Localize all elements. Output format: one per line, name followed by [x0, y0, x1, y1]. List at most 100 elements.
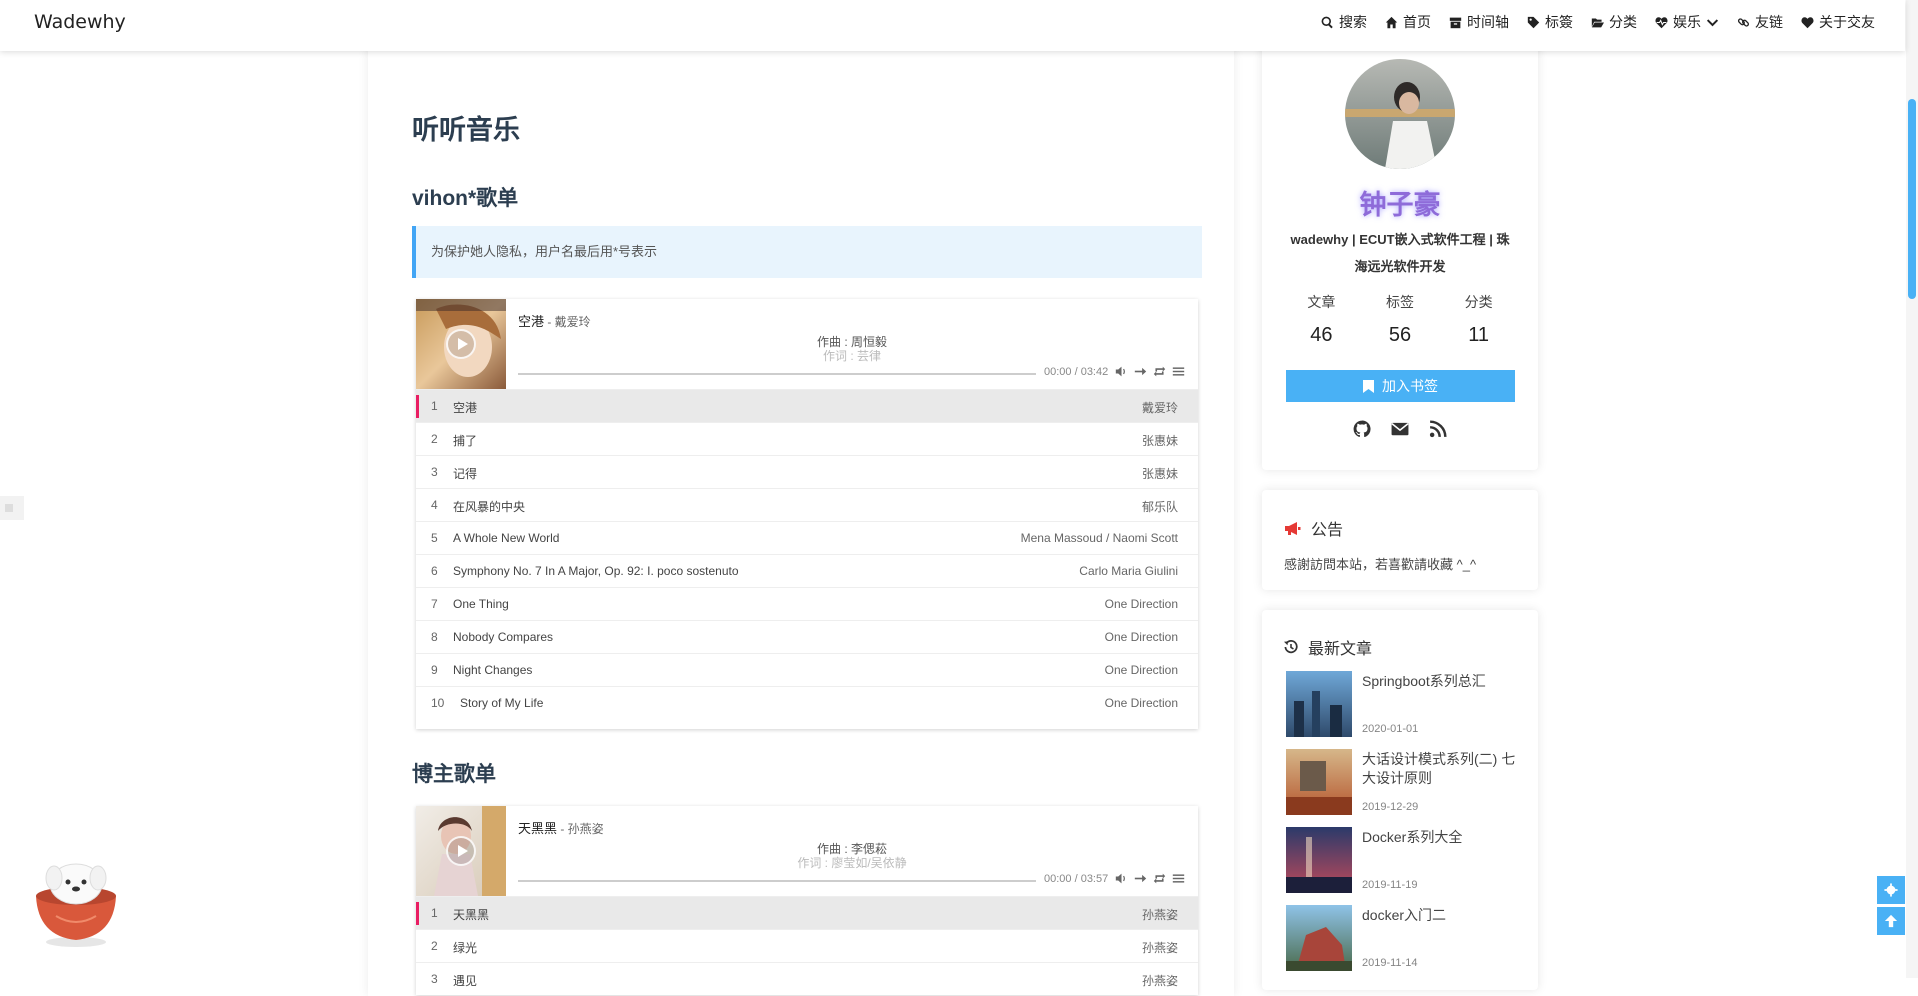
track-name: 遇见	[453, 974, 478, 988]
stat-articles[interactable]: 文章 46	[1307, 292, 1335, 347]
track-row[interactable]: 9 Night Changes One Direction	[416, 653, 1198, 686]
track-row[interactable]: 10 Story of My Life One Direction	[416, 686, 1198, 719]
privacy-notice: 为保护她人隐私，用户名最后用*号表示	[412, 226, 1202, 278]
lyric-line-next: 作词 : 芸律	[822, 349, 881, 363]
nav-item-about[interactable]: 关于交友	[1801, 12, 1875, 32]
progress-bar[interactable]	[518, 880, 1036, 882]
nav-menu: 搜索 首页 时间轴 标簽 分类 娱乐 友链 关于交友	[1321, 0, 1875, 44]
song-name: 天黑黑	[518, 821, 558, 836]
nav-label: 关于交友	[1819, 14, 1875, 30]
scrollbar-thumb[interactable]	[1908, 99, 1916, 299]
track-name: A Whole New World	[453, 531, 560, 545]
search-icon	[1321, 16, 1333, 28]
loop-icon[interactable]	[1153, 365, 1166, 378]
heartbeat-icon	[1655, 16, 1668, 28]
music-player: 空港 - 戴爱玲 作曲 : 周恒毅 作词 : 芸律 00:00 / 03:42 …	[416, 299, 1198, 729]
track-index: 1	[431, 906, 438, 920]
announcement-card: 公告 感謝訪問本站，若喜歡請收藏 ^_^	[1262, 490, 1538, 590]
mascot-widget[interactable]	[30, 856, 122, 948]
track-artist: One Direction	[1104, 663, 1178, 677]
time-display: 00:00 / 03:57	[1044, 873, 1109, 885]
post-thumbnail	[1286, 671, 1352, 737]
link-icon	[1737, 17, 1750, 27]
player-header: 天黑黑 - 孙燕姿 作曲 : 李偲菘 作词 : 廖莹如/吴依静 00:00 / …	[416, 806, 1198, 896]
play-button[interactable]	[446, 329, 476, 359]
add-bookmark-button[interactable]: 加入书签	[1286, 370, 1515, 402]
nav-item-timeline[interactable]: 时间轴	[1449, 12, 1509, 32]
nav-label: 时间轴	[1467, 14, 1509, 30]
nav-item-links[interactable]: 友链	[1737, 12, 1783, 32]
loop-icon[interactable]	[1153, 872, 1166, 885]
track-row[interactable]: 8 Nobody Compares One Direction	[416, 620, 1198, 653]
album-cover	[416, 299, 506, 389]
now-playing-title: 天黑黑 - 孙燕姿	[518, 818, 604, 837]
nav-item-categories[interactable]: 分类	[1591, 12, 1637, 32]
stat-categories[interactable]: 分类 11	[1465, 292, 1493, 347]
album-cover	[416, 806, 506, 896]
track-row[interactable]: 1 天黑黑 孙燕姿	[416, 896, 1198, 929]
left-edge-tab[interactable]	[0, 496, 24, 520]
recent-post-item[interactable]: Docker系列大全 2019-11-19	[1286, 827, 1516, 893]
progress-bar[interactable]	[518, 373, 1036, 375]
track-index: 2	[431, 939, 438, 953]
author-bio: wadewhy | ECUT嵌入式软件工程 | 珠海远光软件开发	[1290, 232, 1510, 274]
post-title[interactable]: Docker系列大全	[1362, 828, 1520, 847]
announcement-title-text: 公告	[1311, 522, 1344, 539]
nav-item-entertainment[interactable]: 娱乐	[1655, 12, 1719, 32]
order-icon[interactable]	[1134, 872, 1147, 885]
post-title[interactable]: docker入门二	[1362, 906, 1520, 925]
rss-icon[interactable]	[1429, 420, 1447, 438]
back-to-top-button[interactable]	[1877, 907, 1905, 935]
nav-item-home[interactable]: 首页	[1385, 12, 1431, 32]
player-controls	[1115, 872, 1185, 885]
email-icon[interactable]	[1391, 420, 1409, 438]
track-index: 8	[431, 630, 438, 644]
time-display: 00:00 / 03:42	[1044, 366, 1109, 378]
track-row[interactable]: 2 捕了 张惠妹	[416, 422, 1198, 455]
recent-post-item[interactable]: Springboot系列总汇 2020-01-01	[1286, 671, 1516, 737]
track-index: 3	[431, 465, 438, 479]
playlist-menu-icon[interactable]	[1172, 872, 1185, 885]
avatar[interactable]	[1345, 59, 1455, 169]
track-name: Night Changes	[453, 663, 533, 677]
track-artist: One Direction	[1104, 630, 1178, 644]
track-row[interactable]: 1 空港 戴爱玲	[416, 389, 1198, 422]
track-row[interactable]: 3 记得 张惠妹	[416, 455, 1198, 488]
volume-icon[interactable]	[1115, 365, 1128, 378]
track-row[interactable]: 4 在风暴的中央 郁乐队	[416, 488, 1198, 521]
lyric-line-next: 作词 : 廖莹如/吴依静	[797, 856, 907, 870]
playlist-menu-icon[interactable]	[1172, 365, 1185, 378]
order-icon[interactable]	[1134, 365, 1147, 378]
track-row[interactable]: 5 A Whole New World Mena Massoud / Naomi S…	[416, 521, 1198, 554]
track-row[interactable]: 2 绿光 孙燕姿	[416, 929, 1198, 962]
track-artist: Mena Massoud / Naomi Scott	[1020, 531, 1178, 545]
recent-posts-title: 最新文章	[1284, 635, 1372, 659]
track-artist: One Direction	[1104, 597, 1178, 611]
play-button[interactable]	[446, 836, 476, 866]
track-index: 4	[431, 498, 438, 512]
track-artist: 孙燕姿	[1141, 974, 1178, 988]
nav-label: 标簽	[1545, 14, 1573, 30]
recent-post-item[interactable]: 大话设计模式系列(二) 七大设计原则 2019-12-29	[1286, 749, 1516, 815]
track-name: Nobody Compares	[453, 630, 554, 644]
heart-icon	[1801, 16, 1814, 28]
player-header: 空港 - 戴爱玲 作曲 : 周恒毅 作词 : 芸律 00:00 / 03:42	[416, 299, 1198, 389]
nav-label: 娱乐	[1673, 14, 1701, 30]
track-artist: Carlo Maria Giulini	[1079, 564, 1178, 578]
track-name: Story of My Life	[460, 696, 544, 710]
track-index: 7	[431, 597, 438, 611]
recent-post-item[interactable]: docker入门二 2019-11-14	[1286, 905, 1516, 971]
post-title[interactable]: Springboot系列总汇	[1362, 672, 1520, 691]
track-row[interactable]: 7 One Thing One Direction	[416, 587, 1198, 620]
site-brand[interactable]: Wadewhy	[34, 11, 126, 33]
track-row[interactable]: 6 Symphony No. 7 In A Major, Op. 92: I. p…	[416, 554, 1198, 587]
volume-icon[interactable]	[1115, 872, 1128, 885]
post-title[interactable]: 大话设计模式系列(二) 七大设计原则	[1362, 750, 1520, 788]
github-icon[interactable]	[1353, 420, 1371, 438]
stat-tags[interactable]: 标签 56	[1386, 292, 1414, 347]
settings-button[interactable]	[1877, 876, 1905, 904]
nav-item-tags[interactable]: 标簽	[1527, 12, 1573, 32]
nav-item-search[interactable]: 搜索	[1321, 12, 1367, 32]
nav-label: 搜索	[1339, 14, 1367, 30]
track-row[interactable]: 3 遇见 孙燕姿	[416, 962, 1198, 995]
